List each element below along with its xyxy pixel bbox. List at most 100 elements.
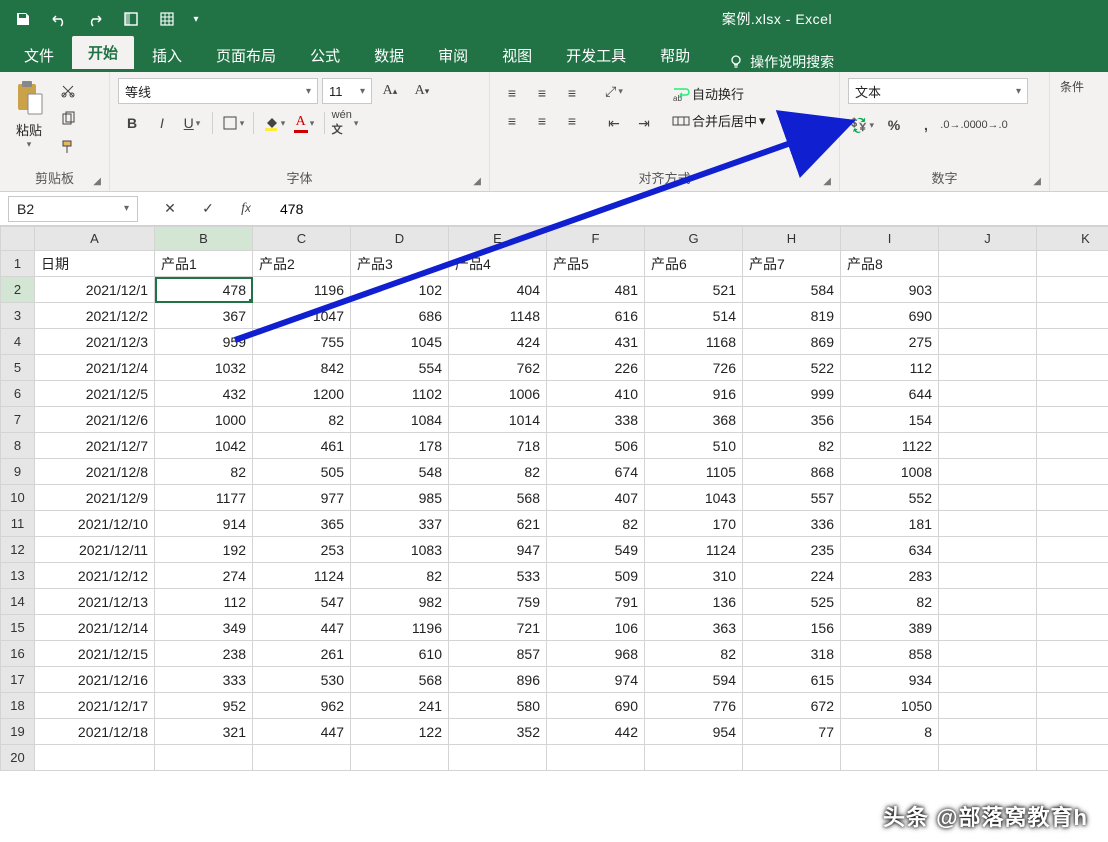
tab-view[interactable]: 视图 (486, 39, 548, 72)
cell[interactable]: 238 (155, 641, 253, 667)
align-middle-button[interactable]: ≡ (528, 80, 556, 106)
cell[interactable]: 1000 (155, 407, 253, 433)
increase-indent-button[interactable]: ⇥ (630, 110, 658, 136)
cell[interactable]: 718 (449, 433, 547, 459)
select-all-corner[interactable] (1, 227, 35, 251)
cell[interactable]: 1084 (351, 407, 449, 433)
cell[interactable]: 2021/12/3 (35, 329, 155, 355)
cell[interactable]: 916 (645, 381, 743, 407)
cell[interactable]: 947 (449, 537, 547, 563)
cell[interactable]: 82 (253, 407, 351, 433)
cell[interactable]: 318 (743, 641, 841, 667)
cell[interactable]: 842 (253, 355, 351, 381)
cell[interactable]: 1105 (645, 459, 743, 485)
cell[interactable] (1037, 589, 1108, 615)
row-header[interactable]: 8 (1, 433, 35, 459)
row-header[interactable]: 13 (1, 563, 35, 589)
paste-button[interactable]: 粘贴 ▾ (8, 78, 50, 152)
clipboard-dialog-launcher[interactable]: ◢ (93, 176, 101, 187)
cell[interactable]: 261 (253, 641, 351, 667)
cell[interactable] (1037, 615, 1108, 641)
cell[interactable]: 2021/12/18 (35, 719, 155, 745)
grid[interactable]: A B C D E F G H I J K 1日期产品1产品2产品3产品4产品5… (0, 226, 1108, 771)
cell[interactable]: 1196 (253, 277, 351, 303)
cell[interactable]: 634 (841, 537, 939, 563)
cell[interactable] (939, 537, 1037, 563)
font-name-select[interactable]: 等线▾ (118, 78, 318, 104)
cell[interactable]: 977 (253, 485, 351, 511)
cell[interactable]: 2021/12/7 (35, 433, 155, 459)
cell[interactable]: 241 (351, 693, 449, 719)
tab-formulas[interactable]: 公式 (294, 39, 356, 72)
cell[interactable]: 338 (547, 407, 645, 433)
row-header[interactable]: 17 (1, 667, 35, 693)
cell[interactable]: 82 (449, 459, 547, 485)
cell[interactable] (1037, 485, 1108, 511)
cell[interactable]: 2021/12/14 (35, 615, 155, 641)
cell[interactable]: 525 (743, 589, 841, 615)
cell[interactable]: 产品4 (449, 251, 547, 277)
cell[interactable]: 755 (253, 329, 351, 355)
insert-function-button[interactable]: fx (232, 196, 260, 222)
cell[interactable] (547, 745, 645, 771)
formula-input[interactable] (270, 192, 1108, 225)
cell[interactable]: 1006 (449, 381, 547, 407)
row-header[interactable]: 6 (1, 381, 35, 407)
cell[interactable]: 580 (449, 693, 547, 719)
cell[interactable]: 1008 (841, 459, 939, 485)
cell[interactable]: 424 (449, 329, 547, 355)
cell[interactable]: 产品7 (743, 251, 841, 277)
redo-button[interactable] (80, 5, 110, 33)
cell[interactable]: 349 (155, 615, 253, 641)
cell[interactable]: 310 (645, 563, 743, 589)
row-header[interactable]: 14 (1, 589, 35, 615)
cell[interactable]: 1043 (645, 485, 743, 511)
cell[interactable]: 8 (841, 719, 939, 745)
name-box[interactable]: B2▾ (8, 196, 138, 222)
cell[interactable]: 431 (547, 329, 645, 355)
cell[interactable] (939, 303, 1037, 329)
cell[interactable]: 522 (743, 355, 841, 381)
cell[interactable]: 156 (743, 615, 841, 641)
percent-button[interactable]: % (880, 112, 908, 138)
comma-button[interactable]: , (912, 112, 940, 138)
row-header[interactable]: 16 (1, 641, 35, 667)
cell[interactable]: 762 (449, 355, 547, 381)
cell[interactable]: 337 (351, 511, 449, 537)
cell[interactable]: 181 (841, 511, 939, 537)
row-header[interactable]: 10 (1, 485, 35, 511)
cell[interactable]: 2021/12/13 (35, 589, 155, 615)
cell[interactable]: 985 (351, 485, 449, 511)
align-top-button[interactable]: ≡ (498, 80, 526, 106)
cell[interactable]: 568 (351, 667, 449, 693)
cell[interactable]: 产品5 (547, 251, 645, 277)
number-format-select[interactable]: 文本▾ (848, 78, 1028, 104)
col-header[interactable]: C (253, 227, 351, 251)
cell[interactable]: 产品8 (841, 251, 939, 277)
cell[interactable]: 1050 (841, 693, 939, 719)
decrease-font-button[interactable]: A▾ (408, 78, 436, 104)
cell[interactable]: 506 (547, 433, 645, 459)
cell[interactable] (939, 667, 1037, 693)
cell[interactable]: 102 (351, 277, 449, 303)
cell[interactable]: 2021/12/5 (35, 381, 155, 407)
cell[interactable]: 352 (449, 719, 547, 745)
cell[interactable] (645, 745, 743, 771)
cell[interactable]: 2021/12/1 (35, 277, 155, 303)
cell[interactable]: 1124 (253, 563, 351, 589)
tab-insert[interactable]: 插入 (136, 39, 198, 72)
cell[interactable]: 610 (351, 641, 449, 667)
cell[interactable] (1037, 433, 1108, 459)
cell[interactable]: 621 (449, 511, 547, 537)
cell[interactable]: 514 (645, 303, 743, 329)
cell[interactable] (1037, 251, 1108, 277)
cell[interactable] (155, 745, 253, 771)
cell[interactable] (1037, 537, 1108, 563)
cell[interactable]: 1045 (351, 329, 449, 355)
cell[interactable]: 554 (351, 355, 449, 381)
cell[interactable]: 2021/12/8 (35, 459, 155, 485)
cell[interactable]: 549 (547, 537, 645, 563)
cell[interactable]: 1083 (351, 537, 449, 563)
number-dialog-launcher[interactable]: ◢ (1033, 176, 1041, 187)
cell[interactable] (939, 381, 1037, 407)
